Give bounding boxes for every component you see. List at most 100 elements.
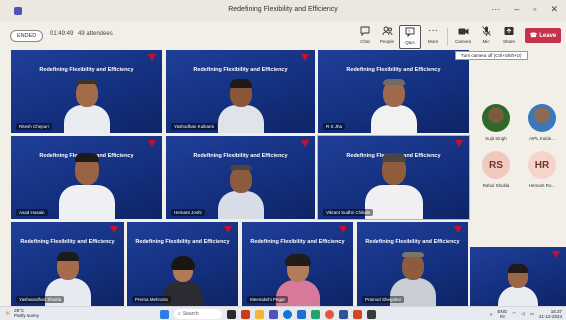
system-tray: ˄ ENG IN ◠ ◁ ▭ 16:37 21-12-2023 xyxy=(490,309,562,319)
app-icon[interactable] xyxy=(241,309,250,319)
leave-button[interactable]: ☎ Leave xyxy=(525,28,561,43)
video-tile[interactable]: Redefining Flexibility and Efficiency Ri… xyxy=(11,50,162,133)
taskbar: ☀ 28°C Partly sunny ⌕ Search ˄ ENG IN ◠ … xyxy=(0,306,566,320)
more-button[interactable]: ··· More xyxy=(422,25,444,49)
mic-label: Mic xyxy=(482,39,490,44)
camera-icon xyxy=(457,25,469,37)
video-tile[interactable]: Redefining Flexibility and Efficiency Pr… xyxy=(357,222,468,306)
chat-button[interactable]: Chat xyxy=(354,25,376,49)
avatar xyxy=(482,104,510,132)
qna-icon: ? xyxy=(404,26,416,38)
side-participant[interactable]: RS Rahul Shukla xyxy=(472,151,520,197)
avatar-initials: RS xyxy=(482,151,510,179)
company-logo xyxy=(148,140,156,147)
side-participant[interactable]: Sujit Singh xyxy=(472,104,520,150)
wifi-icon[interactable]: ◠ xyxy=(512,311,516,317)
company-logo xyxy=(455,140,463,147)
chevron-up-icon[interactable]: ˄ xyxy=(490,312,493,317)
chat-label: Chat xyxy=(360,39,370,44)
meeting-toolbar: ENDED 01:49:49 49 attendees Chat People … xyxy=(0,22,566,50)
status-badge: ENDED xyxy=(10,30,44,42)
meeting-timer: 01:49:49 xyxy=(50,31,74,37)
participant-video xyxy=(58,153,115,219)
windows-start-icon[interactable] xyxy=(160,309,169,319)
word-icon[interactable] xyxy=(339,309,348,319)
people-icon xyxy=(381,25,393,37)
participant-video xyxy=(217,79,264,133)
video-tile[interactable]: Redefining Flexibility and Efficiency Ya… xyxy=(11,222,124,306)
excel-icon[interactable] xyxy=(311,309,320,319)
company-logo xyxy=(301,140,309,147)
mic-button[interactable]: Mic xyxy=(475,25,497,49)
attendee-count[interactable]: 49 attendees xyxy=(78,31,113,37)
side-participant[interactable]: AIPL Kulde... xyxy=(518,104,566,150)
mic-muted-icon xyxy=(480,25,492,37)
sun-icon: ☀ xyxy=(4,308,12,318)
language-region: IN xyxy=(500,314,505,319)
slide-title: Redefining Flexibility and Efficiency xyxy=(193,152,288,159)
taskbar-search[interactable]: ⌕ Search xyxy=(174,309,222,319)
participant-name: Prerna Mehrotra xyxy=(132,296,171,303)
search-icon: ⌕ xyxy=(178,311,181,317)
outlook-icon[interactable] xyxy=(297,309,306,319)
share-label: Share xyxy=(502,39,515,44)
avatar xyxy=(528,104,556,132)
slide-title: Redefining Flexibility and Efficiency xyxy=(365,238,460,245)
language-indicator[interactable]: ENG IN xyxy=(498,309,508,319)
participant-name: Hemant Joshi xyxy=(171,209,205,216)
teams-icon[interactable] xyxy=(269,309,278,319)
qna-button[interactable]: ? Q&A xyxy=(399,25,421,49)
edge-icon[interactable] xyxy=(283,309,292,319)
clock[interactable]: 16:37 21-12-2023 xyxy=(539,309,562,319)
slide-title: Redefining Flexibility and Efficiency xyxy=(20,238,115,245)
participant-strip: Sujit Singh AIPL Kulde... RS Rahul Shukl… xyxy=(470,96,566,256)
more-icon: ··· xyxy=(428,25,438,36)
weather-widget[interactable]: ☀ 28°C Partly sunny xyxy=(4,308,39,318)
leave-label: Leave xyxy=(539,32,557,39)
video-tile[interactable]: Redefining Flexibility and Efficiency Pr… xyxy=(127,222,238,306)
slide-title: Redefining Flexibility and Efficiency xyxy=(135,238,230,245)
task-view-icon[interactable] xyxy=(227,309,236,319)
more-options-icon[interactable]: ··· xyxy=(491,4,500,15)
minimize-icon[interactable]: – xyxy=(514,4,519,15)
search-label: Search xyxy=(182,311,199,317)
participant-name: Yashwardhan Shukla xyxy=(16,296,65,303)
company-logo xyxy=(454,226,462,233)
company-logo xyxy=(339,226,347,233)
video-tile[interactable]: Redefining Flexibility and Efficiency Ya… xyxy=(166,50,315,133)
company-logo xyxy=(110,226,118,233)
window-title: Redefining Flexibility and Efficiency xyxy=(228,6,338,13)
maximize-icon[interactable]: ▫ xyxy=(533,4,536,15)
phone-hangup-icon: ☎ xyxy=(529,33,538,39)
weather-desc: Partly sunny xyxy=(14,313,39,318)
share-icon xyxy=(503,25,515,37)
video-tile[interactable]: Redefining Flexibility and Efficiency As… xyxy=(11,136,162,219)
taskbar-apps: ⌕ Search xyxy=(160,309,376,319)
video-tile[interactable]: Redefining Flexibility and Efficiency R … xyxy=(318,50,469,133)
chrome-icon[interactable] xyxy=(325,309,334,319)
video-tile[interactable]: Redefining Flexibility and Efficiency Me… xyxy=(242,222,353,306)
avatar-initials: HR xyxy=(528,151,556,179)
volume-icon[interactable]: ◁ xyxy=(521,311,524,317)
toolbar-divider xyxy=(447,28,448,46)
share-button[interactable]: Share xyxy=(498,25,520,49)
camera-button[interactable]: Camera xyxy=(452,25,474,49)
participant-name: Asad Husain xyxy=(16,209,48,216)
battery-icon[interactable]: ▭ xyxy=(530,311,534,317)
video-grid: Redefining Flexibility and Efficiency Ri… xyxy=(0,48,566,306)
file-explorer-icon[interactable] xyxy=(255,309,264,319)
participant-name: Meenakshi Pegar xyxy=(247,296,289,303)
participant-name: Pramod Shegokar xyxy=(362,296,405,303)
side-participant-name: AIPL Kulde... xyxy=(528,136,556,141)
powerpoint-icon[interactable] xyxy=(353,309,362,319)
close-icon[interactable]: ✕ xyxy=(550,4,558,15)
app-icon[interactable] xyxy=(367,309,376,319)
more-label: More xyxy=(427,39,439,44)
side-participant[interactable]: HR Hemant Ro... xyxy=(518,151,566,197)
video-tile[interactable]: Redefining Flexibility and Efficiency He… xyxy=(166,136,315,219)
video-tile[interactable]: Redefining Flexibility and Efficiency Vi… xyxy=(317,135,470,220)
window-controls: ··· – ▫ ✕ xyxy=(491,4,558,15)
clock-date: 21-12-2023 xyxy=(538,314,562,319)
participant-video xyxy=(217,165,264,219)
people-button[interactable]: People xyxy=(376,25,398,49)
